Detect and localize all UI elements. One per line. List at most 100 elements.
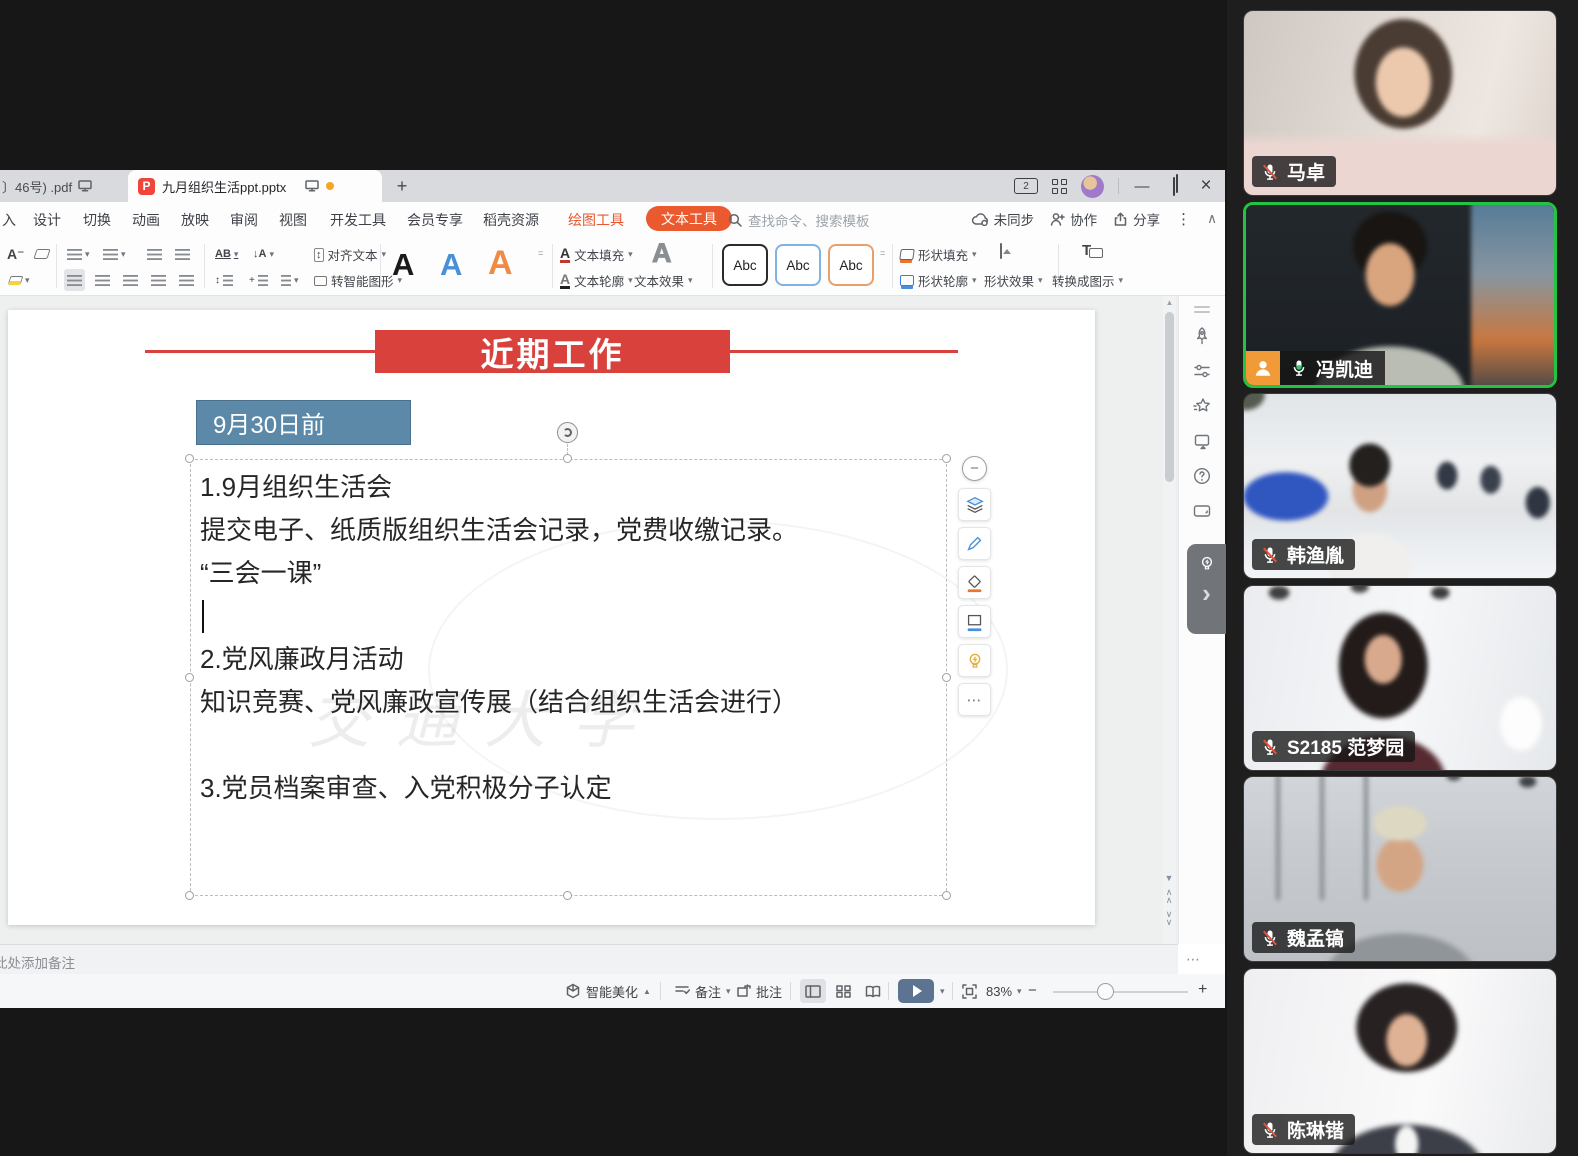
quick-tools-rocket-icon[interactable] <box>1190 324 1214 348</box>
monitor-icon[interactable] <box>305 180 319 192</box>
smart-beautify-button[interactable]: 智能美化 ▲ <box>565 974 651 1008</box>
tab-pdf-document[interactable]: 〕46号) .pdf <box>0 170 100 202</box>
layers-button[interactable] <box>958 488 991 521</box>
participant-tile[interactable]: 魏孟镐 <box>1243 776 1557 962</box>
menu-item-devtools[interactable]: 开发工具 <box>330 210 386 230</box>
notes-toggle-button[interactable]: 备注 ▾ <box>674 974 731 1008</box>
slide-title[interactable]: 近期工作 <box>375 330 730 373</box>
zoom-in-button[interactable]: + <box>1198 981 1207 999</box>
restore-button[interactable] <box>1165 178 1183 195</box>
sync-status[interactable]: 未同步 <box>971 209 1035 229</box>
previous-slide-button[interactable]: ∧∧ <box>1166 888 1173 904</box>
format-brush-button[interactable] <box>958 527 991 560</box>
text-direction-button[interactable]: ↓A▾ <box>250 243 277 265</box>
clear-format-icon[interactable] <box>32 243 52 265</box>
menu-item-text-tools-active[interactable]: 文本工具 <box>646 206 732 231</box>
selection-handle[interactable] <box>942 891 951 900</box>
selection-handle[interactable] <box>185 673 194 682</box>
smart-suggest-button[interactable] <box>958 644 991 677</box>
selection-handle[interactable] <box>942 673 951 682</box>
shape-effect-button[interactable]: 形状效果▾ <box>984 271 1043 290</box>
text-preset-blue[interactable]: A <box>440 247 462 283</box>
highlight-pen-button[interactable]: ▾ <box>6 269 33 291</box>
zoom-slider-thumb[interactable] <box>1097 983 1114 1000</box>
menu-item-drawing-tools[interactable]: 绘图工具 <box>568 210 624 230</box>
loop-playback-icon[interactable] <box>1190 429 1214 453</box>
wordart-style-blue[interactable]: Abc <box>775 244 821 286</box>
collapse-mini-toolbar-button[interactable]: − <box>962 456 987 481</box>
vertical-scrollbar[interactable]: ▲ <box>1163 296 1176 944</box>
play-options-caret[interactable]: ▾ <box>940 986 945 997</box>
normal-view-button[interactable] <box>800 979 826 1003</box>
minimize-button[interactable]: — <box>1133 178 1151 195</box>
text-outline-button[interactable]: A文本轮廓▾ <box>560 271 633 290</box>
selection-handle[interactable] <box>185 454 194 463</box>
numbered-list-button[interactable]: ▾ <box>100 243 129 265</box>
selection-handle[interactable] <box>563 891 572 900</box>
menu-item-membership[interactable]: 会员专享 <box>407 210 463 230</box>
selection-handle[interactable] <box>942 454 951 463</box>
align-text-button[interactable]: ↕对齐文本▾ <box>314 245 386 264</box>
align-left-button[interactable] <box>64 269 85 291</box>
bullet-list-button[interactable]: ▾ <box>64 243 93 265</box>
assistant-collapsed-panel[interactable]: › <box>1187 544 1226 634</box>
shape-outline-button[interactable]: 形状轮廓▾ <box>900 271 977 290</box>
scrollbar-thumb[interactable] <box>1165 312 1174 482</box>
fit-slide-button[interactable] <box>962 974 977 1008</box>
character-border-button[interactable]: AB▾ <box>212 243 241 265</box>
text-preset-orange[interactable]: A <box>488 244 513 283</box>
collaborate-button[interactable]: 协作 <box>1050 209 1097 229</box>
slide-canvas[interactable]: 交通大学 近期工作 9月30日前 1.9月组织生活会 <box>8 310 1095 925</box>
tab-active-pptx[interactable]: P 九月组织生活ppt.pptx <box>128 170 382 202</box>
collapse-ribbon-button[interactable]: ∧ <box>1207 211 1217 227</box>
menu-item-transition[interactable]: 切换 <box>83 210 111 230</box>
reading-view-button[interactable] <box>860 979 886 1003</box>
menu-item-review[interactable]: 审阅 <box>230 210 258 230</box>
textbox-content[interactable]: 1.9月组织生活会 提交电子、纸质版组织生活会记录，党费收缴记录。 “三会一课”… <box>200 466 920 810</box>
share-button[interactable]: 分享 <box>1113 209 1160 229</box>
rotation-handle[interactable] <box>557 422 578 443</box>
decrease-font-button[interactable]: A⁻ <box>4 243 28 265</box>
scroll-up-arrow[interactable]: ▲ <box>1163 298 1176 307</box>
participant-tile[interactable]: 韩渔胤 <box>1243 393 1557 579</box>
line-spacing-button[interactable]: ↕ <box>212 269 236 291</box>
settings-sliders-icon[interactable] <box>1190 359 1214 383</box>
scroll-down-arrow[interactable]: ▼ <box>1165 874 1174 882</box>
text-preset-black[interactable]: A <box>392 247 414 283</box>
text-effect-button[interactable]: 文本效果▾ <box>634 271 693 290</box>
selection-handle[interactable] <box>185 891 194 900</box>
help-icon[interactable] <box>1190 464 1214 488</box>
play-slideshow-button[interactable] <box>898 979 934 1003</box>
participant-tile[interactable]: 马卓 <box>1243 10 1557 196</box>
menu-item-design[interactable]: 设计 <box>33 210 61 230</box>
participant-tile[interactable]: S2185 范梦园 <box>1243 585 1557 771</box>
participant-tile[interactable]: 陈琳锴 <box>1243 968 1557 1154</box>
participant-tile-active-speaker[interactable]: 冯凯迪 <box>1243 202 1557 388</box>
preset-gallery-expander[interactable]: = <box>538 248 543 258</box>
new-tab-button[interactable]: + <box>390 174 414 198</box>
spacing-options-button[interactable]: ▾ <box>278 269 302 291</box>
shape-fill-button[interactable]: 形状填充▾ <box>900 245 977 264</box>
menu-item-animation[interactable]: 动画 <box>132 210 160 230</box>
resource-hot-icon[interactable] <box>1190 499 1214 523</box>
wordart-style-black[interactable]: Abc <box>722 244 768 286</box>
smart-graphic-button[interactable]: 转智能图形▾ <box>314 271 402 290</box>
slide-sorter-view-button[interactable] <box>830 979 856 1003</box>
decrease-indent-button[interactable] <box>144 243 165 265</box>
sidebar-drag-handle[interactable] <box>1194 306 1210 313</box>
date-label-box[interactable]: 9月30日前 <box>196 400 411 445</box>
menu-item-docer[interactable]: 稻壳资源 <box>483 210 539 230</box>
distribute-button[interactable] <box>176 269 197 291</box>
justify-button[interactable] <box>148 269 169 291</box>
next-slide-button[interactable]: ∨∨ <box>1166 910 1173 926</box>
menu-item-slideshow[interactable]: 放映 <box>181 210 209 230</box>
close-button[interactable]: × <box>1197 175 1215 197</box>
more-menu-button[interactable]: ⋮ <box>1176 210 1191 228</box>
fill-color-button[interactable] <box>958 566 991 599</box>
command-search[interactable]: 查找命令、搜索模板 <box>728 210 870 230</box>
effects-star-icon[interactable] <box>1190 394 1214 418</box>
align-right-button[interactable] <box>120 269 141 291</box>
notes-more-button[interactable]: ⋯ <box>1186 951 1202 968</box>
more-options-button[interactable]: ⋯ <box>958 683 991 716</box>
comments-button[interactable]: 批注 <box>736 974 782 1008</box>
